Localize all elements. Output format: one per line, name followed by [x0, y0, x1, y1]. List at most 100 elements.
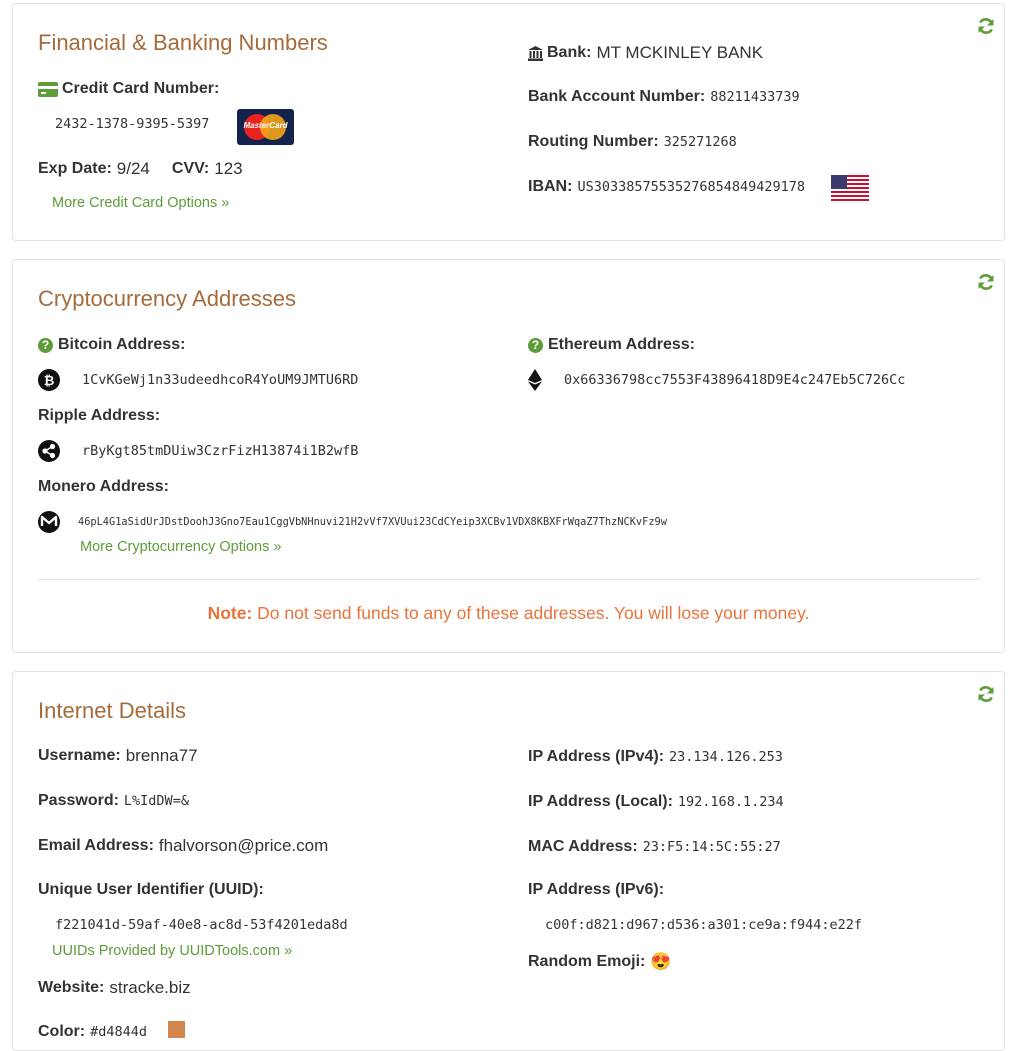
credit-card-label-row: Credit Card Number:	[38, 80, 224, 98]
username-value: brenna77	[125, 746, 198, 765]
mac-row: MAC Address: 23:F5:14:5C:55:27	[528, 838, 781, 856]
internet-card: Internet Details Username: brenna77 Pass…	[12, 671, 1005, 1051]
ethereum-label-row: ? Ethereum Address:	[528, 336, 700, 354]
ethereum-row: 0x66336798cc7553F43896418D9E4c247Eb5C726…	[528, 369, 905, 391]
more-credit-card-options-link[interactable]: More Credit Card Options »	[52, 195, 229, 211]
monero-icon	[38, 511, 60, 533]
warning-note: Note: Do not send funds to any of these …	[13, 603, 1004, 624]
refresh-icon[interactable]	[976, 684, 996, 704]
more-crypto-options-link[interactable]: More Cryptocurrency Options »	[80, 539, 281, 555]
bank-icon	[528, 45, 543, 61]
ipv6-value: c00f:d821:d967:d536:a301:ce9a:f944:e22f	[545, 917, 862, 933]
local-ip-value: 192.168.1.234	[677, 794, 784, 810]
ipv6-label-row: IP Address (IPv6):	[528, 881, 669, 899]
credit-card-number: 2432-1378-9395-5397	[55, 116, 209, 132]
color-value: #d4844d	[90, 1024, 148, 1040]
bank-account-row: Bank Account Number: 88211433739	[528, 88, 800, 106]
uuid-row: f221041d-59af-40e8-ac8d-53f4201eda8d	[55, 917, 348, 933]
section-title-internet: Internet Details	[38, 698, 186, 723]
section-title-crypto: Cryptocurrency Addresses	[38, 286, 296, 311]
uuidtools-link[interactable]: UUIDs Provided by UUIDTools.com »	[52, 943, 292, 959]
ipv6-label: IP Address (IPv6):	[528, 881, 665, 898]
exp-cvv-row: Exp Date: 9/24 CVV: 123	[38, 159, 243, 179]
bank-account-label: Bank Account Number:	[528, 88, 706, 105]
color-swatch	[168, 1020, 186, 1038]
cvv-label: CVV:	[171, 160, 210, 177]
bitcoin-row: ₿ 1CvKGeWj1n33udeedhcoR4YoUM9JMTU6RD	[38, 369, 358, 391]
emoji-label: Random Emoji:	[528, 953, 646, 970]
mastercard-logo-text: MasterCard	[243, 121, 288, 130]
crypto-card: Cryptocurrency Addresses ? Bitcoin Addre…	[12, 259, 1005, 653]
iban-row: IBAN: US30338575535276854849429178	[528, 178, 805, 196]
note-label: Note:	[207, 603, 253, 623]
credit-card-label: Credit Card Number:	[62, 80, 220, 97]
ethereum-icon	[528, 369, 542, 391]
website-value: stracke.biz	[109, 978, 191, 997]
website-label: Website:	[38, 979, 105, 996]
svg-text:₿: ₿	[44, 374, 55, 389]
refresh-icon[interactable]	[976, 16, 996, 36]
bitcoin-address: 1CvKGeWj1n33udeedhcoR4YoUM9JMTU6RD	[82, 372, 359, 388]
refresh-icon[interactable]	[976, 272, 996, 292]
uuid-value: f221041d-59af-40e8-ac8d-53f4201eda8d	[55, 917, 348, 933]
iban-value: US30338575535276854849429178	[577, 179, 806, 195]
routing-value: 325271268	[663, 134, 737, 150]
monero-row: 46pL4G1aSidUrJDstDoohJ3Gno7Eau1CggVbNHnu…	[38, 511, 667, 533]
routing-label: Routing Number:	[528, 133, 659, 150]
bank-account-value: 88211433739	[710, 89, 800, 105]
emoji-value: 😍	[650, 952, 672, 971]
email-row: Email Address: fhalvorson@price.com	[38, 836, 328, 856]
cvv-value: 123	[214, 159, 243, 178]
ripple-label-row: Ripple Address:	[38, 407, 165, 425]
website-row: Website: stracke.biz	[38, 978, 191, 998]
ethereum-label: Ethereum Address:	[548, 336, 695, 353]
us-flag-icon	[831, 175, 869, 201]
monero-address: 46pL4G1aSidUrJDstDoohJ3Gno7Eau1CggVbNHnu…	[78, 516, 667, 528]
help-icon[interactable]: ?	[38, 337, 53, 353]
bank-value: MT MCKINLEY BANK	[596, 43, 764, 62]
color-row: Color: #d4844d	[38, 1020, 186, 1041]
emoji-row: Random Emoji: 😍	[528, 952, 672, 972]
ripple-address: rByKgt85tmDUiw3CzrFizH13874i1B2wfB	[82, 443, 359, 459]
mastercard-logo: MasterCard	[237, 109, 294, 145]
password-label: Password:	[38, 792, 119, 809]
mac-label: MAC Address:	[528, 838, 638, 855]
bitcoin-icon: ₿	[38, 369, 60, 391]
username-label: Username:	[38, 747, 121, 764]
ethereum-address: 0x66336798cc7553F43896418D9E4c247Eb5C726…	[564, 372, 906, 388]
local-ip-label: IP Address (Local):	[528, 793, 673, 810]
routing-row: Routing Number: 325271268	[528, 133, 737, 151]
email-label: Email Address:	[38, 837, 154, 854]
ripple-icon	[38, 440, 60, 462]
help-icon[interactable]: ?	[528, 337, 543, 353]
credit-card-icon	[38, 81, 58, 97]
iban-label: IBAN:	[528, 178, 573, 195]
ripple-row: rByKgt85tmDUiw3CzrFizH13874i1B2wfB	[38, 440, 358, 462]
uuid-label: Unique User Identifier (UUID):	[38, 881, 264, 898]
credit-card-number-value: 2432-1378-9395-5397	[55, 116, 210, 132]
password-row: Password: L%IdDW=&	[38, 792, 189, 810]
financial-card: Financial & Banking Numbers Credit Card …	[12, 3, 1005, 241]
monero-label-row: Monero Address:	[38, 478, 174, 496]
mac-value: 23:F5:14:5C:55:27	[642, 839, 781, 855]
ripple-label: Ripple Address:	[38, 407, 161, 424]
bitcoin-label-row: ? Bitcoin Address:	[38, 336, 190, 354]
section-title-financial: Financial & Banking Numbers	[38, 30, 328, 55]
divider	[38, 579, 980, 580]
exp-date-value: 9/24	[116, 159, 150, 178]
uuid-label-row: Unique User Identifier (UUID):	[38, 881, 269, 899]
monero-label: Monero Address:	[38, 478, 169, 495]
ipv4-label: IP Address (IPv4):	[528, 748, 665, 765]
password-value: L%IdDW=&	[123, 793, 189, 809]
bank-row: Bank: MT MCKINLEY BANK	[528, 43, 763, 63]
ipv4-row: IP Address (IPv4): 23.134.126.253	[528, 748, 783, 766]
ipv4-value: 23.134.126.253	[669, 749, 783, 765]
local-ip-row: IP Address (Local): 192.168.1.234	[528, 793, 784, 811]
color-label: Color:	[38, 1023, 86, 1040]
ipv6-row: c00f:d821:d967:d536:a301:ce9a:f944:e22f	[545, 917, 862, 933]
exp-date-label: Exp Date:	[38, 160, 112, 177]
note-text: Do not send funds to any of these addres…	[257, 603, 810, 623]
bitcoin-label: Bitcoin Address:	[58, 336, 186, 353]
email-value: fhalvorson@price.com	[158, 836, 329, 855]
username-row: Username: brenna77	[38, 746, 198, 766]
